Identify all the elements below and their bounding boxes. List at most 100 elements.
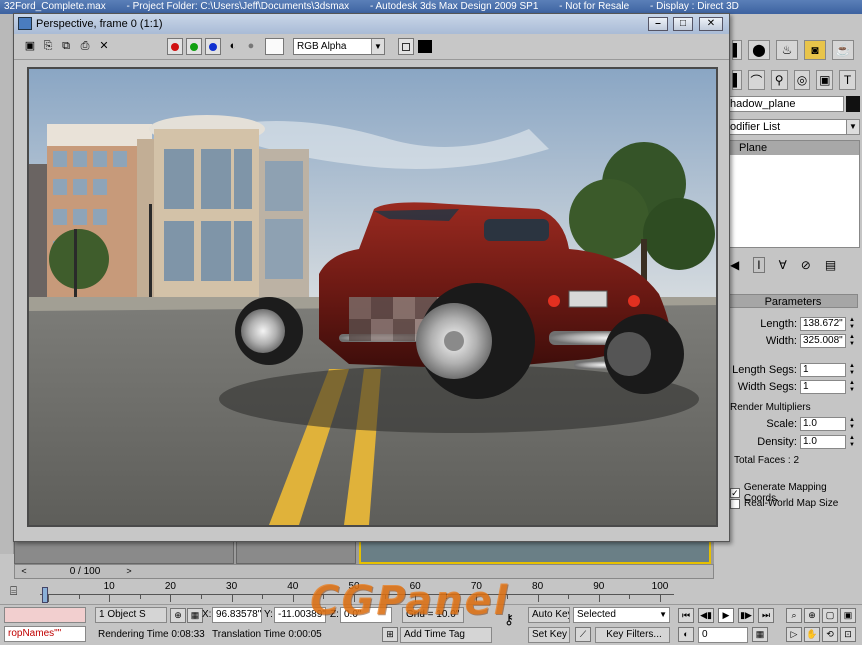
alpha-channel-icon[interactable]: ◐ <box>225 39 241 54</box>
length-segs-field[interactable]: 1 <box>800 363 846 377</box>
color-swatch[interactable] <box>265 38 284 55</box>
auto-key-button[interactable]: Auto Key <box>528 607 570 623</box>
orbit-icon[interactable]: ⟲ <box>822 627 838 642</box>
red-channel-button[interactable] <box>167 38 183 55</box>
blue-channel-button[interactable] <box>205 38 221 55</box>
remove-modifier-icon[interactable]: ⊘ <box>801 258 811 272</box>
real-world-map-checkbox[interactable]: Real-World Map Size <box>730 498 838 509</box>
hierarchy-tab-icon[interactable]: ⌒ <box>748 70 765 90</box>
width-segs-label: Width Segs: <box>737 381 797 393</box>
x-coordinate-field[interactable]: 96.83578" <box>212 607 262 623</box>
close-button[interactable]: ✕ <box>699 17 723 31</box>
zoom-extents-icon[interactable]: ▢ <box>822 608 838 623</box>
modifier-list-dropdown[interactable]: odifier List ▼ <box>726 119 860 135</box>
length-spinner[interactable]: ▲ ▼ <box>848 317 856 331</box>
render-setup-icon[interactable]: ♨ <box>776 40 798 60</box>
display-tab-icon[interactable]: ◎ <box>793 70 811 90</box>
render-window-title-bar[interactable]: Perspective, frame 0 (1:1) ⎯ □ ✕ <box>14 14 729 34</box>
channel-display-label: RGB Alpha <box>297 41 347 52</box>
width-spinner[interactable]: ▲ ▼ <box>848 334 856 348</box>
absolute-mode-icon[interactable]: ▦ <box>187 608 203 623</box>
key-mode-dropdown[interactable]: Selected ▼ <box>573 607 670 623</box>
print-image-icon[interactable]: ⎙ <box>77 39 93 54</box>
time-tag-icon[interactable]: ⊞ <box>382 627 398 642</box>
rendered-image[interactable] <box>27 67 718 527</box>
pan-icon[interactable]: ✋ <box>804 627 820 642</box>
quick-render-icon[interactable]: ☕ <box>832 40 854 60</box>
save-image-icon[interactable]: ▣ <box>22 39 38 54</box>
modify-tab-icon[interactable]: ▌ <box>732 70 742 90</box>
scale-spinner[interactable]: ▲ ▼ <box>848 417 856 431</box>
object-name-field[interactable]: hadow_plane <box>726 96 844 112</box>
current-frame-field[interactable]: 0 <box>698 627 748 643</box>
green-channel-button[interactable] <box>186 38 202 55</box>
display-alpha-icon[interactable] <box>418 40 432 53</box>
clone-window-icon[interactable]: ⧉ <box>58 39 74 54</box>
length-row: Length: 138.672" ▲ ▼ <box>726 316 862 332</box>
pin-stack-icon[interactable]: ◀ <box>730 258 739 272</box>
parameters-rollout-header[interactable]: Parameters <box>728 294 858 308</box>
monochrome-icon[interactable]: ● <box>243 39 259 54</box>
material-editor-icon[interactable]: ⬤ <box>748 40 770 60</box>
selection-lock-icon[interactable]: ⊕ <box>170 608 186 623</box>
key-filters-icon[interactable]: ⟋ <box>575 627 591 642</box>
length-segs-spinner[interactable]: ▲ ▼ <box>848 363 856 377</box>
stack-item-plane[interactable]: Plane <box>727 141 859 155</box>
track-tick <box>139 595 141 599</box>
object-color-swatch[interactable] <box>846 96 860 112</box>
app-window: 32Ford_Complete.max - Project Folder: C:… <box>0 0 862 645</box>
goto-start-icon[interactable]: ⏮ <box>678 608 694 623</box>
create-tab-icon[interactable]: ▌ <box>732 40 742 60</box>
utilities-tab-icon[interactable]: ▣ <box>816 70 834 90</box>
modifier-stack[interactable]: Plane <box>726 140 860 248</box>
play-icon[interactable]: ▶ <box>718 608 734 623</box>
density-field[interactable]: 1.0 <box>800 435 846 449</box>
curve-editor-icon[interactable]: ⌸ <box>10 584 28 598</box>
maximize-viewport-icon[interactable]: ⊡ <box>840 627 856 642</box>
render-frame-window[interactable]: Perspective, frame 0 (1:1) ⎯ □ ✕ ▣ ⎘ ⧉ ⎙… <box>13 13 730 542</box>
title-file: 32Ford_Complete.max <box>4 1 106 12</box>
selection-info: 1 Object S <box>95 607 167 623</box>
next-frame-icon[interactable]: ▮▶ <box>738 608 754 623</box>
hot-rod-render <box>29 69 716 525</box>
viewport-mid[interactable] <box>236 540 356 564</box>
length-field[interactable]: 138.672" <box>800 317 846 331</box>
tools-tab-icon[interactable]: T <box>839 70 856 90</box>
prev-frame-icon[interactable]: ◀▮ <box>698 608 714 623</box>
clear-icon[interactable]: ✕ <box>96 39 112 54</box>
maximize-button[interactable]: □ <box>673 17 693 31</box>
time-slider-prev[interactable]: < <box>19 565 29 578</box>
scale-field[interactable]: 1.0 <box>800 417 846 431</box>
show-end-result-icon[interactable]: I <box>753 257 765 273</box>
minimize-button[interactable]: ⎯ <box>648 17 668 31</box>
key-filters-button[interactable]: Key Filters... <box>595 627 670 643</box>
zoom-icon[interactable]: ⌕ <box>786 608 802 623</box>
time-slider[interactable]: < 0 / 100 > <box>14 564 714 579</box>
time-config-icon[interactable]: ▦ <box>752 627 768 642</box>
maxscript-listener[interactable]: ropNames"" <box>4 626 86 642</box>
toggle-ui-overlay-icon[interactable] <box>398 38 414 55</box>
configure-sets-icon[interactable]: ▤ <box>825 258 836 272</box>
copy-image-icon[interactable]: ⎘ <box>40 39 56 54</box>
zoom-all-icon[interactable]: ⊕ <box>804 608 820 623</box>
motion-tab-icon[interactable]: ⚲ <box>770 70 788 90</box>
goto-end-icon[interactable]: ⏭ <box>758 608 774 623</box>
fov-icon[interactable]: ▷ <box>786 627 802 642</box>
render-frame-icon[interactable]: ◙ <box>804 40 826 60</box>
viewport-left[interactable] <box>14 540 234 564</box>
viewport-perspective[interactable] <box>359 540 711 564</box>
add-time-tag-button[interactable]: Add Time Tag <box>400 627 492 643</box>
track-tick <box>629 595 631 599</box>
maxscript-listener-top[interactable] <box>4 607 86 623</box>
key-mode-toggle-icon[interactable]: ◐ <box>678 627 694 642</box>
width-field[interactable]: 325.008" <box>800 334 846 348</box>
width-segs-spinner[interactable]: ▲ ▼ <box>848 380 856 394</box>
channel-display-dropdown[interactable]: RGB Alpha ▼ <box>293 38 385 55</box>
time-slider-frame[interactable]: 0 / 100 <box>55 565 115 578</box>
time-slider-next[interactable]: > <box>123 565 135 578</box>
make-unique-icon[interactable]: ∀ <box>779 258 787 272</box>
density-spinner[interactable]: ▲ ▼ <box>848 435 856 449</box>
width-segs-field[interactable]: 1 <box>800 380 846 394</box>
zoom-extents-all-icon[interactable]: ▣ <box>840 608 856 623</box>
set-key-button[interactable]: Set Key <box>528 627 570 643</box>
